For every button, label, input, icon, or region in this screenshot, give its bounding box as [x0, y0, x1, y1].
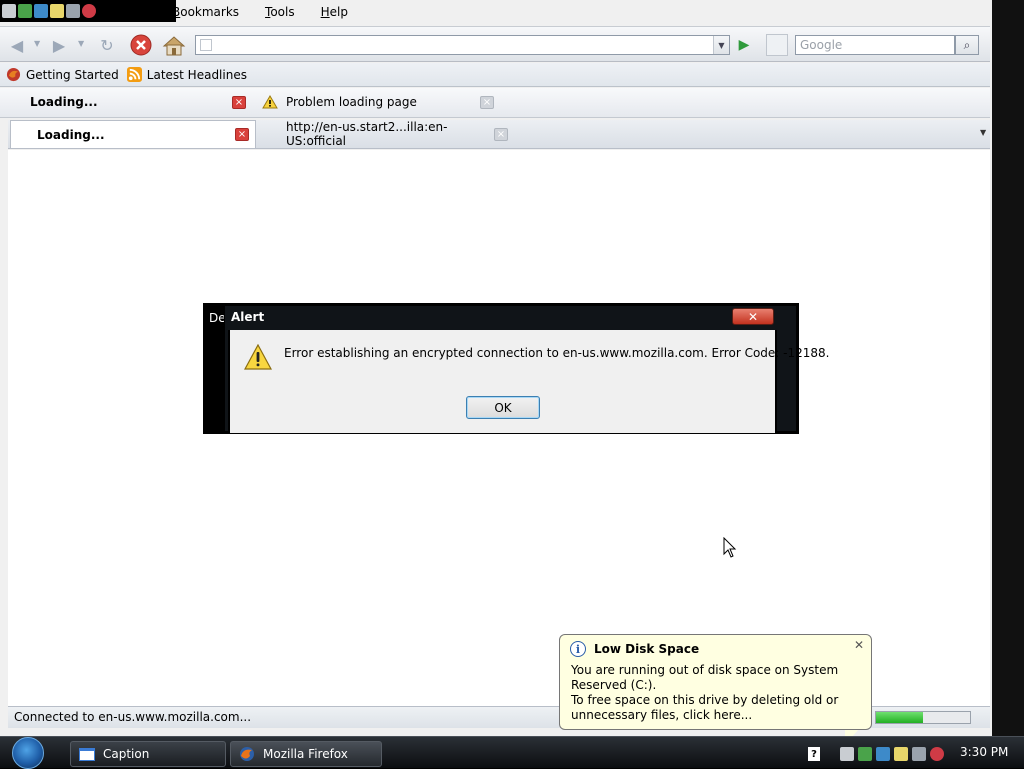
computer-icon[interactable] [66, 4, 80, 18]
progress-fill [876, 712, 923, 723]
tab-label: Problem loading page [286, 95, 417, 109]
alert-body: Error establishing an encrypted connecti… [228, 330, 829, 433]
security-shield-icon[interactable] [930, 747, 944, 761]
magnifier-icon: ⌕ [963, 37, 971, 52]
taskbar-button-label: Mozilla Firefox [263, 747, 348, 761]
reload-icon: ↻ [100, 35, 114, 55]
notification-title: Low Disk Space [594, 642, 700, 656]
back-arrow-icon: ◀ [10, 35, 24, 55]
help-icon[interactable]: ? [808, 747, 820, 761]
tab-loading[interactable]: Loading... × [10, 88, 246, 116]
taskbar-button-firefox[interactable]: Mozilla Firefox [230, 741, 382, 767]
system-tray: ? [808, 741, 944, 767]
note-icon[interactable] [894, 747, 908, 761]
warning-icon [262, 95, 278, 109]
tab-start-page[interactable]: http://en-us.start2...illa:en-US:officia… [260, 120, 508, 148]
loading-progress-bar [875, 711, 971, 724]
back-button[interactable]: ◀ [4, 32, 30, 58]
menu-bar: Bookmarks Tools Help [168, 3, 352, 21]
window-icon [79, 747, 95, 761]
info-icon: i [570, 641, 586, 657]
forward-arrow-icon: ▶ [52, 35, 66, 55]
windows-logo-icon [12, 737, 44, 769]
tab-problem-loading[interactable]: Problem loading page × [258, 88, 494, 116]
home-icon [162, 36, 186, 56]
tab-close-icon[interactable]: × [480, 95, 494, 109]
tab-strip: ◀ Loading... × http://en-us.start2...ill… [8, 120, 990, 149]
firefox-icon [6, 67, 21, 82]
forward-history-dropdown[interactable]: ▼ [78, 39, 84, 48]
status-text: Connected to en-us.www.mozilla.com... [14, 710, 252, 724]
bookmark-latest-headlines[interactable]: Latest Headlines [126, 67, 247, 82]
taskbar: Caption Mozilla Firefox ? 3:30 PM [0, 736, 1024, 769]
search-engine-selector[interactable] [766, 34, 788, 56]
monitor-icon[interactable] [34, 4, 48, 18]
url-history-dropdown[interactable]: ▼ [713, 36, 729, 54]
page-favicon-icon [200, 39, 212, 51]
shield-icon[interactable] [82, 4, 96, 18]
warning-icon [244, 344, 272, 370]
drive-icon[interactable] [840, 747, 854, 761]
go-button[interactable]: ▶ [734, 35, 754, 55]
computer-icon[interactable] [912, 747, 926, 761]
firefox-icon [240, 747, 254, 761]
clock[interactable]: 3:30 PM [960, 745, 1008, 759]
menu-tools[interactable]: Tools [261, 5, 299, 19]
notification-line-1: You are running out of disk space on Sys… [571, 663, 839, 692]
stop-button[interactable] [128, 32, 154, 58]
low-disk-space-notification[interactable]: i Low Disk Space ✕ You are running out o… [559, 634, 872, 730]
bookmark-getting-started[interactable]: Getting Started [6, 67, 119, 82]
navigation-toolbar: ◀ ▼ ▶ ▼ ↻ ▼ ▶ Google ⌕ [0, 26, 990, 62]
bookmark-label: Latest Headlines [146, 67, 247, 82]
tab-loading-active[interactable]: Loading... × [10, 120, 256, 148]
menu-bookmarks[interactable]: Bookmarks [168, 5, 243, 19]
ok-button[interactable]: OK [466, 396, 540, 419]
menu-help[interactable]: Help [317, 5, 352, 19]
monitor-icon[interactable] [876, 747, 890, 761]
note-icon[interactable] [50, 4, 64, 18]
stop-icon [130, 34, 152, 56]
alert-message: Error establishing an encrypted connecti… [284, 346, 830, 360]
list-all-tabs-dropdown[interactable]: ▼ [980, 128, 986, 137]
search-button[interactable]: ⌕ [955, 35, 979, 55]
tab-close-icon[interactable]: × [232, 95, 246, 109]
notification-text[interactable]: You are running out of disk space on Sys… [571, 663, 866, 723]
top-icon-strip [0, 0, 176, 22]
tab-close-icon[interactable]: × [494, 127, 508, 141]
home-button[interactable] [161, 32, 187, 58]
notification-line-2: To free space on this drive by deleting … [571, 693, 839, 722]
alert-dialog: Alert ✕ Error establishing an encrypted … [224, 305, 829, 433]
desktop-edge [992, 0, 1024, 736]
network-icon[interactable] [18, 4, 32, 18]
tab-close-icon[interactable]: × [235, 128, 249, 141]
back-history-dropdown[interactable]: ▼ [34, 39, 40, 48]
taskbar-button-label: Caption [103, 747, 150, 761]
tab-label: Loading... [37, 127, 105, 142]
start-button[interactable] [8, 737, 48, 769]
reload-button[interactable]: ↻ [94, 32, 120, 58]
network-icon[interactable] [858, 747, 872, 761]
rss-icon [126, 67, 142, 82]
bookmark-label: Getting Started [26, 67, 119, 82]
go-arrow-icon: ▶ [738, 37, 750, 53]
drive-icon[interactable] [2, 4, 16, 18]
notification-close-button[interactable]: ✕ [853, 638, 865, 652]
taskbar-button-caption[interactable]: Caption [70, 741, 226, 767]
tab-label: Loading... [30, 95, 98, 109]
forward-button[interactable]: ▶ [46, 32, 72, 58]
tab-strip-upper: Loading... × Problem loading page × [0, 88, 990, 118]
mouse-cursor-icon [723, 537, 737, 558]
tab-label: http://en-us.start2...illa:en-US:officia… [286, 120, 448, 148]
search-input[interactable]: Google [795, 35, 955, 55]
url-bar[interactable]: ▼ [195, 35, 730, 55]
bookmarks-toolbar: Getting Started Latest Headlines [0, 63, 990, 87]
alert-title: Alert [231, 310, 265, 324]
alert-close-button[interactable]: ✕ [732, 308, 774, 325]
